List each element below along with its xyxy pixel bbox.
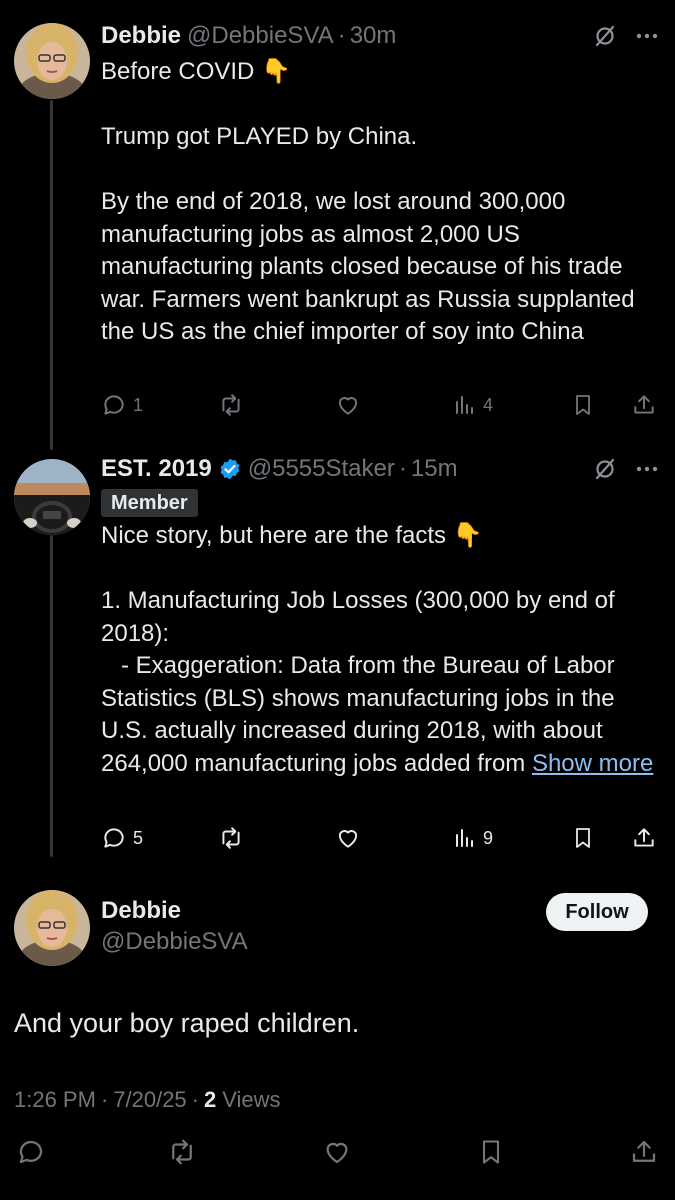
follow-button[interactable]: Follow [546, 893, 648, 931]
author-name[interactable]: Debbie [101, 21, 181, 51]
show-more-link[interactable]: Show more [532, 750, 653, 777]
views-count: 2 [204, 1087, 217, 1112]
like-button[interactable] [335, 822, 361, 854]
post-paragraph: Nice story, but here are the facts 👇 [101, 522, 483, 549]
views-icon [453, 393, 477, 417]
repost-button[interactable] [165, 1137, 199, 1171]
action-bar: 5 9 [101, 822, 657, 854]
like-button[interactable] [320, 1137, 354, 1171]
bookmark-icon [477, 1137, 505, 1172]
share-icon [629, 1137, 659, 1172]
reply-button[interactable]: 1 [101, 389, 143, 421]
bookmark-button[interactable] [474, 1137, 508, 1171]
post-paragraph: 1. Manufacturing Job Losses (300,000 by … [101, 587, 615, 647]
bookmark-icon [571, 825, 595, 851]
action-bar [0, 1137, 675, 1171]
bookmark-button[interactable] [571, 822, 595, 854]
separator: · [100, 1087, 109, 1112]
views-button[interactable]: 4 [453, 389, 493, 421]
repost-icon [217, 825, 245, 851]
more-icon[interactable] [635, 457, 659, 481]
post-header: EST. 2019 @5555Staker · 15m [101, 454, 659, 484]
share-button[interactable] [631, 822, 657, 854]
separator: · [398, 455, 407, 482]
thread-post[interactable]: EST. 2019 @5555Staker · 15m Member Nice … [0, 440, 675, 870]
post-paragraph: - Exaggeration: Data from the Bureau of … [101, 650, 656, 780]
grok-icon[interactable] [593, 24, 617, 48]
post-date[interactable]: 7/20/25 [113, 1087, 186, 1113]
post-text: Nice story, but here are the facts 👇 1. … [101, 520, 656, 780]
action-bar: 1 4 [101, 389, 657, 421]
author-handle[interactable]: @5555Staker [248, 454, 395, 484]
like-icon [322, 1137, 352, 1172]
views-count: 4 [483, 394, 494, 415]
separator: · [191, 1087, 199, 1112]
views-label: Views [222, 1087, 281, 1112]
repost-button[interactable] [217, 389, 245, 421]
post-paragraph: Before COVID 👇 [101, 58, 291, 85]
separator: · [337, 22, 346, 49]
post-text: And your boy raped children. [14, 1008, 360, 1038]
bookmark-icon [571, 392, 595, 418]
post-time[interactable]: 30m [350, 21, 397, 51]
share-button[interactable] [627, 1137, 661, 1171]
verified-icon[interactable] [218, 457, 242, 481]
avatar[interactable] [14, 23, 90, 99]
reply-icon [101, 825, 127, 851]
repost-button[interactable] [217, 822, 245, 854]
like-icon [335, 825, 361, 851]
reply-count: 1 [133, 394, 144, 415]
reply-count: 5 [133, 827, 144, 848]
post-time[interactable]: 1:26 PM [14, 1087, 96, 1113]
reply-button[interactable]: 5 [101, 822, 143, 854]
post-paragraph: Trump got PLAYED by China. [101, 123, 418, 150]
repost-icon [217, 392, 245, 418]
author-name[interactable]: EST. 2019 [101, 454, 212, 484]
post-header: Debbie @DebbieSVA · 30m [101, 21, 659, 51]
share-icon [631, 825, 657, 851]
post-paragraph: By the end of 2018, we lost around 300,0… [101, 188, 635, 345]
member-badge: Member [101, 489, 198, 517]
views-button[interactable]: 9 [453, 822, 493, 854]
post-time[interactable]: 15m [411, 454, 458, 484]
thread-post[interactable]: Debbie @DebbieSVA · 30m Before COVID 👇 T… [0, 0, 675, 440]
share-button[interactable] [631, 389, 657, 421]
bookmark-button[interactable] [571, 389, 595, 421]
repost-icon [166, 1137, 198, 1172]
share-icon [631, 392, 657, 418]
like-button[interactable] [335, 389, 361, 421]
reply-button[interactable] [14, 1137, 48, 1171]
author-handle[interactable]: @DebbieSVA [101, 928, 248, 956]
post-meta: 1:26 PM · 7/20/25 · 2 Views [14, 1087, 281, 1113]
post-text: Before COVID 👇 Trump got PLAYED by China… [101, 56, 656, 349]
views-icon [453, 826, 477, 850]
avatar[interactable] [14, 459, 90, 535]
reply-icon [16, 1137, 46, 1172]
like-icon [335, 392, 361, 418]
views-count: 9 [483, 827, 494, 848]
reply-icon [101, 392, 127, 418]
more-icon[interactable] [635, 24, 659, 48]
author-name[interactable]: Debbie [101, 897, 181, 925]
avatar[interactable] [14, 890, 90, 966]
grok-icon[interactable] [593, 457, 617, 481]
author-handle[interactable]: @DebbieSVA [187, 21, 334, 51]
